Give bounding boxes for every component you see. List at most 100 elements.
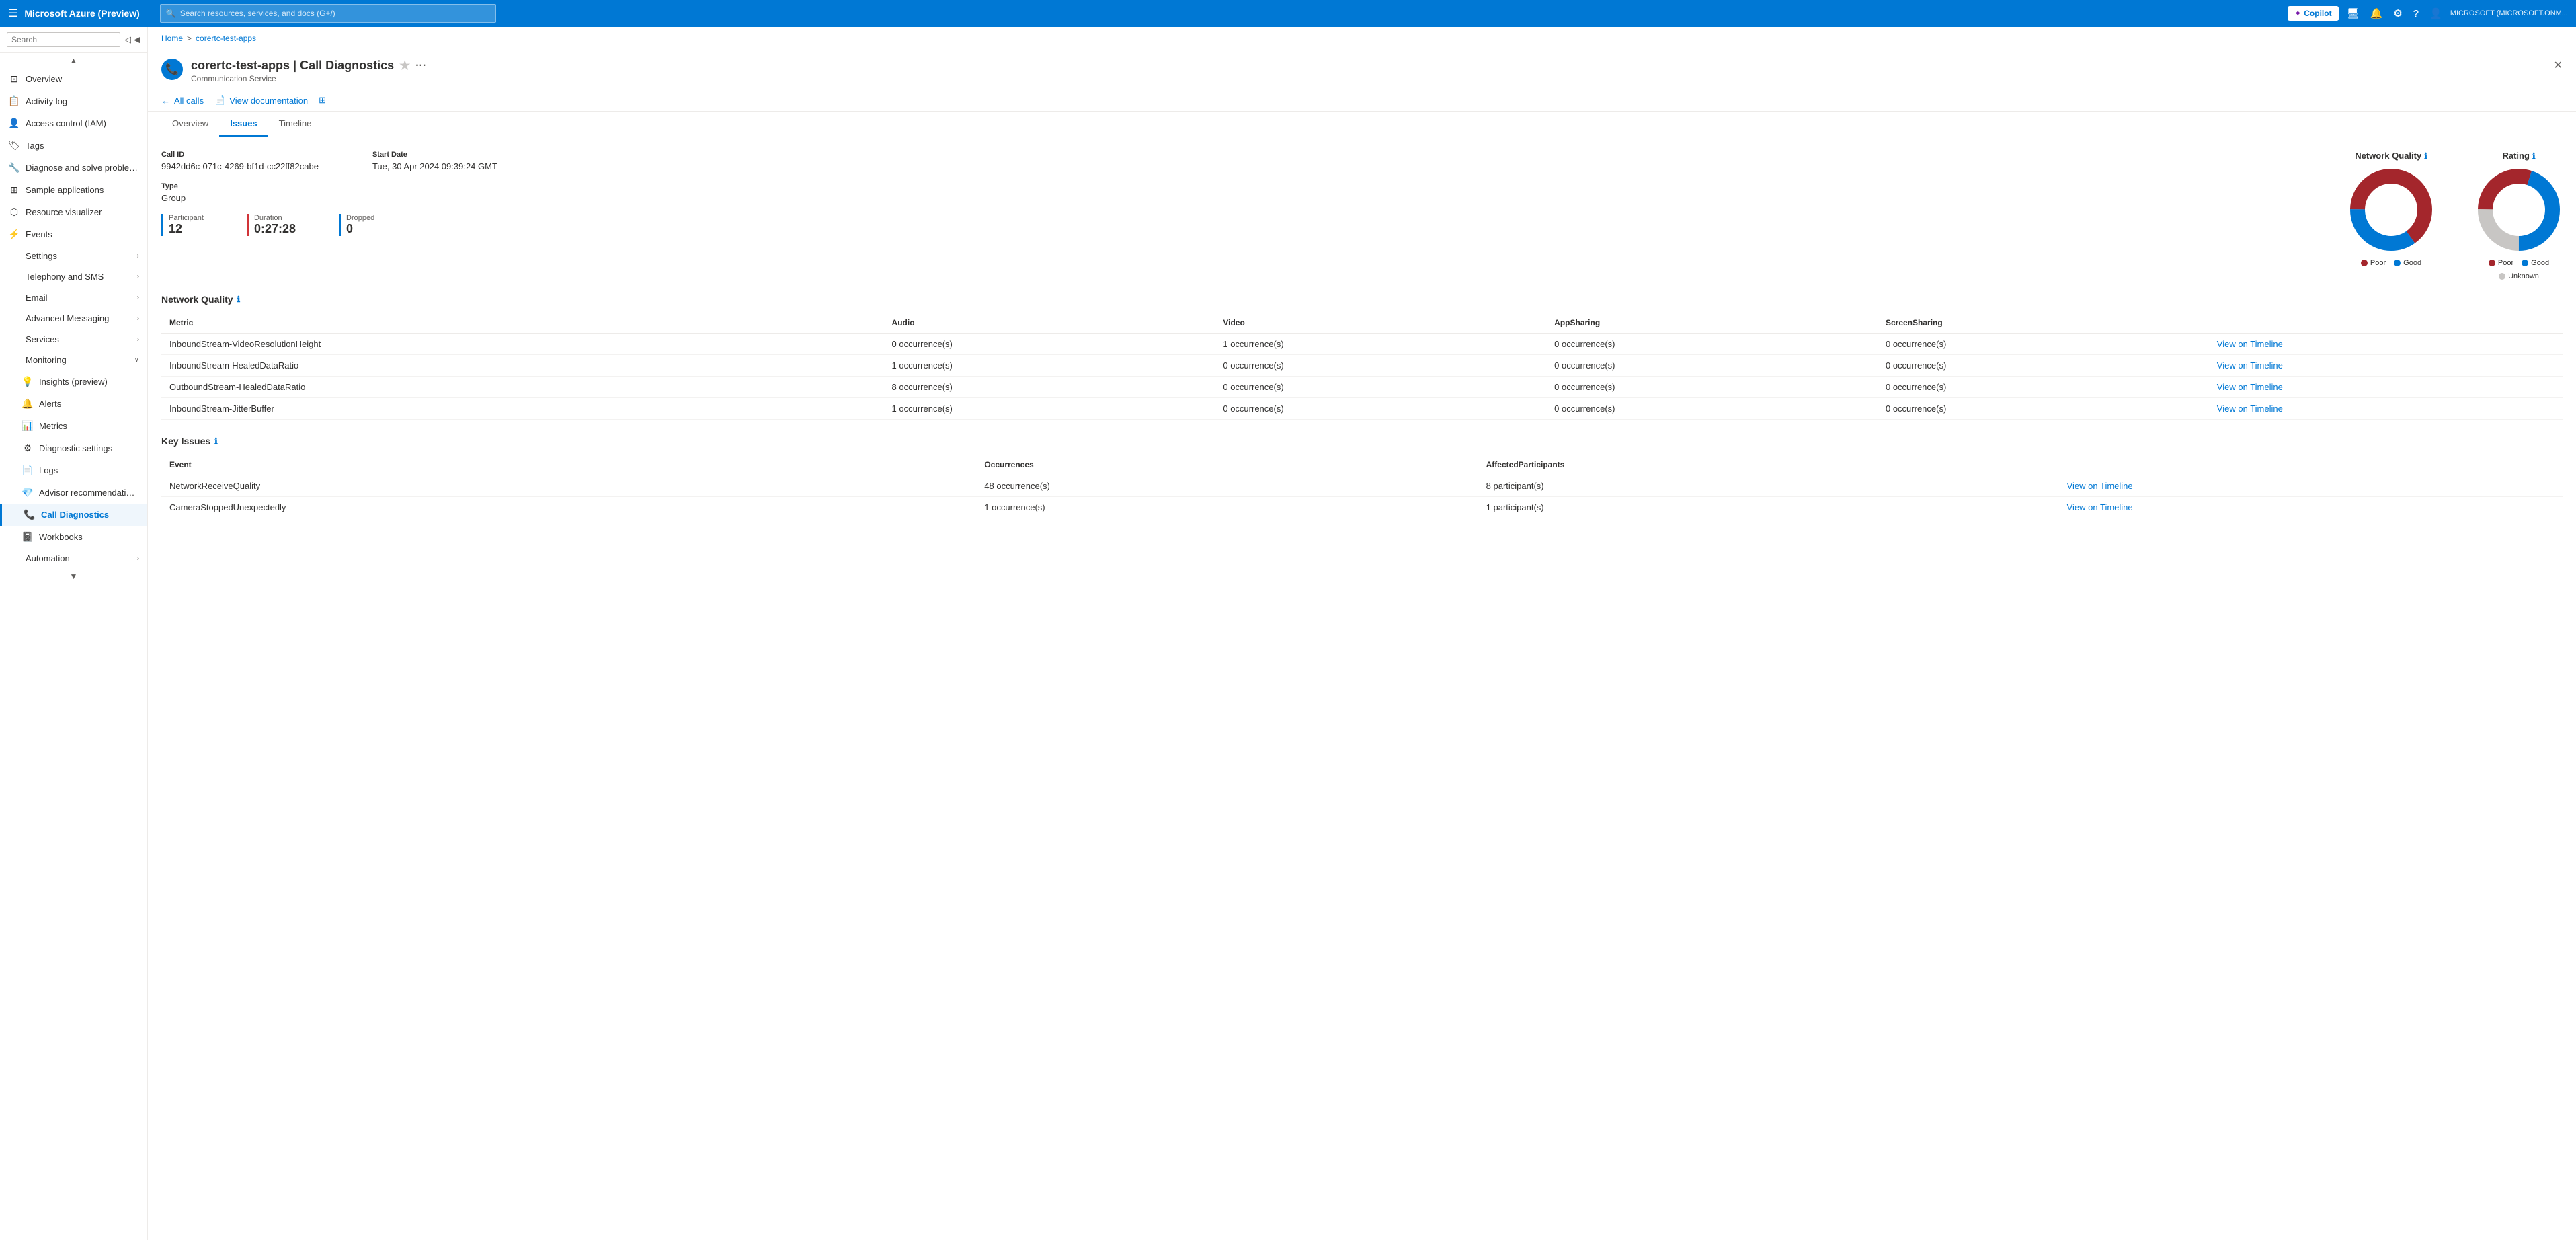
breadcrumb-home[interactable]: Home [161, 34, 183, 43]
sidebar-label-13: Monitoring [26, 355, 129, 365]
sidebar-scroll-up[interactable]: ▲ [0, 53, 147, 68]
sidebar-item-events[interactable]: ⚡Events [0, 223, 147, 245]
close-icon[interactable]: ✕ [2554, 59, 2563, 72]
sidebar-scroll-down[interactable]: ▼ [0, 569, 147, 584]
sidebar-item-telephony-and-sms[interactable]: Telephony and SMS › [0, 266, 147, 287]
nq-col-video: Video [1215, 313, 1546, 334]
sidebar-item-settings[interactable]: Settings › [0, 245, 147, 266]
help-icon[interactable]: ? [2411, 5, 2421, 22]
sidebar-pin-icon[interactable]: ◁ [124, 34, 131, 45]
main-layout: ◁ ◀ ▲ ⊡Overview📋Activity log 👤 Access cont… [0, 27, 2576, 1240]
sidebar-chevron-9: › [137, 273, 139, 280]
nq-table-info-icon[interactable]: ℹ [237, 295, 241, 304]
sidebar-item-logs[interactable]: 📄Logs [0, 459, 147, 481]
sidebar-label-21: Workbooks [39, 532, 139, 542]
sidebar-label-10: Email [26, 293, 132, 303]
sidebar-item-call-diagnostics[interactable]: 📞Call Diagnostics [0, 504, 147, 526]
sidebar-item-metrics[interactable]: 📊Metrics [0, 415, 147, 437]
ki-event-0: NetworkReceiveQuality [161, 475, 976, 497]
favorite-star-icon[interactable]: ★ [399, 59, 410, 73]
user-icon[interactable]: 👤 [2427, 5, 2445, 22]
view-documentation-button[interactable]: 📄 View documentation [214, 95, 308, 106]
key-issues-info-icon[interactable]: ℹ [214, 436, 218, 446]
sidebar-chevron-11: › [137, 315, 139, 322]
sidebar-item-resource-visualizer[interactable]: ⬡Resource visualizer [0, 201, 147, 223]
sidebar-item-insights-preview[interactable]: 💡Insights (preview) [0, 371, 147, 393]
nq-appsharing-0: 0 occurrence(s) [1546, 334, 1878, 355]
nq-info-icon[interactable]: ℹ [2424, 151, 2427, 161]
sidebar-item-tags[interactable]: 🏷Tags [0, 134, 147, 157]
nq-metric-1: InboundStream-HealedDataRatio [161, 355, 884, 377]
back-all-calls-button[interactable]: ← All calls [161, 95, 204, 106]
tab-overview[interactable]: Overview [161, 112, 219, 137]
ki-occurrences-1: 1 occurrence(s) [976, 497, 1478, 518]
sidebar-item-automation[interactable]: Automation› [0, 548, 147, 569]
nq-view-timeline-0[interactable]: View on Timeline [2209, 334, 2563, 355]
sidebar-icon-2: 👤 [8, 118, 20, 129]
sidebar-icon-4: 🔧 [8, 162, 20, 173]
tab-issues[interactable]: Issues [219, 112, 268, 137]
sidebar-label-6: Resource visualizer [26, 207, 139, 217]
sidebar-item-services[interactable]: Services› [0, 329, 147, 350]
breadcrumb-sep1: > [187, 34, 192, 43]
nq-video-0: 1 occurrence(s) [1215, 334, 1546, 355]
nq-view-timeline-2[interactable]: View on Timeline [2209, 377, 2563, 398]
nq-donut-svg [2347, 166, 2435, 254]
sidebar-item-activity-log[interactable]: 📋Activity log [0, 90, 147, 112]
sidebar-item-diagnose-and-solve-problems[interactable]: 🔧 Diagnose and solve problems [0, 157, 147, 179]
network-quality-heading: Network Quality ℹ [161, 294, 2563, 305]
sidebar-label-1: Activity log [26, 96, 139, 106]
sidebar-label-22: Automation [26, 553, 132, 564]
nq-screensharing-3: 0 occurrence(s) [1878, 398, 2209, 420]
nq-screensharing-2: 0 occurrence(s) [1878, 377, 2209, 398]
sidebar-item-diagnostic-settings[interactable]: ⚙Diagnostic settings [0, 437, 147, 459]
table-row: CameraStoppedUnexpectedly 1 occurrence(s… [161, 497, 2563, 518]
table-row: OutboundStream-HealedDataRatio 8 occurre… [161, 377, 2563, 398]
nq-view-timeline-1[interactable]: View on Timeline [2209, 355, 2563, 377]
sidebar-item-advanced-messaging[interactable]: Advanced Messaging› [0, 308, 147, 329]
sidebar-label-20: Call Diagnostics [41, 510, 139, 520]
sidebar-collapse-icon[interactable]: ◀ [134, 34, 140, 45]
copilot-button[interactable]: ✦ Copilot [2288, 6, 2338, 21]
sidebar-icon-7: ⚡ [8, 229, 20, 240]
sidebar-search-input[interactable] [7, 32, 120, 47]
resource-title-row: corertc-test-apps | Call Diagnostics ★ ·… [191, 59, 2546, 73]
stat-dropped: Dropped 0 [339, 214, 396, 236]
more-options-icon[interactable]: ··· [415, 60, 426, 72]
nq-video-2: 0 occurrence(s) [1215, 377, 1546, 398]
sidebar-label-4: Diagnose and solve problems [26, 163, 139, 173]
sidebar-label-14: Insights (preview) [39, 377, 139, 387]
sidebar-chevron-8: › [137, 252, 139, 260]
sidebar-label-12: Services [26, 334, 132, 344]
global-search-input[interactable] [180, 9, 490, 18]
sidebar-label-9: Telephony and SMS [26, 272, 132, 282]
sidebar-label-2: Access control (IAM) [26, 118, 139, 128]
nq-screensharing-1: 0 occurrence(s) [1878, 355, 2209, 377]
resource-subtitle: Communication Service [191, 74, 2546, 83]
tab-timeline[interactable]: Timeline [268, 112, 323, 137]
global-search-box[interactable]: 🔍 [160, 4, 496, 23]
sidebar-item-sample-applications[interactable]: ⊞Sample applications [0, 179, 147, 201]
settings-icon[interactable]: ⚙ [2390, 5, 2405, 22]
sidebar-icon-21: 📓 [22, 531, 34, 543]
breadcrumb-resource[interactable]: corertc-test-apps [196, 34, 256, 43]
feedback-icon[interactable]: 🖥 [2344, 5, 2362, 22]
hamburger-icon[interactable]: ☰ [8, 7, 17, 20]
stat-value-2: 0 [346, 222, 374, 236]
sidebar-item-overview[interactable]: ⊡Overview [0, 68, 147, 90]
sidebar-item-access-control-iam[interactable]: 👤 Access control (IAM) [0, 112, 147, 134]
rating-info-icon[interactable]: ℹ [2532, 151, 2536, 161]
sidebar-item-email[interactable]: Email› [0, 287, 147, 308]
sidebar-item-alerts[interactable]: 🔔Alerts [0, 393, 147, 415]
nq-view-timeline-3[interactable]: View on Timeline [2209, 398, 2563, 420]
ki-view-timeline-1[interactable]: View on Timeline [2059, 497, 2563, 518]
sidebar-label-8: Settings [26, 251, 132, 261]
ki-view-timeline-0[interactable]: View on Timeline [2059, 475, 2563, 497]
rating-legend: Poor Good [2489, 259, 2549, 267]
notifications-icon[interactable]: 🔔 [2368, 5, 2386, 22]
dashboard-icon-button[interactable]: ⊞ [319, 95, 326, 106]
sidebar-item-workbooks[interactable]: 📓 Workbooks [0, 526, 147, 548]
sidebar-item-advisor-recommendations[interactable]: 💎Advisor recommendations [0, 481, 147, 504]
stat-label-2: Dropped [346, 214, 374, 222]
sidebar-item-monitoring[interactable]: Monitoring∨ [0, 350, 147, 371]
